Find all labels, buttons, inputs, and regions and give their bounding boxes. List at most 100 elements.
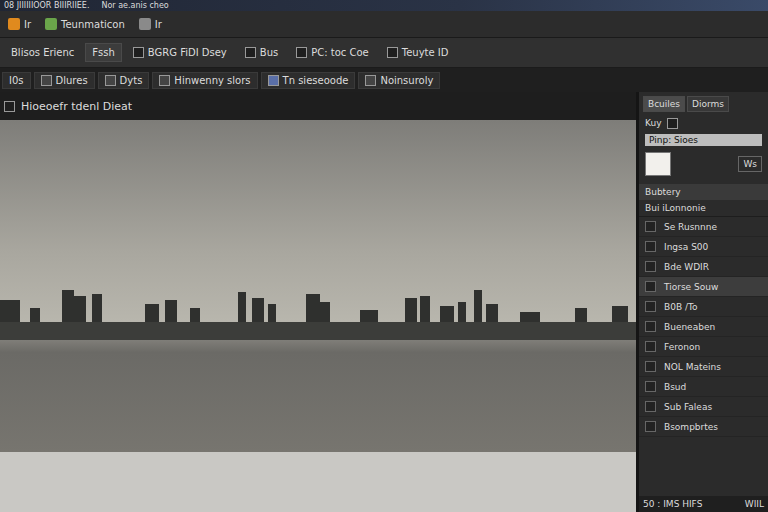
panel-item[interactable]: Bde WDIR: [639, 257, 768, 277]
title-bar: 08 JIIIIIIOOR BIIIRIIEE. Nor ae.anis cheo: [0, 0, 768, 11]
item-box-icon: [645, 281, 656, 292]
window-subtitle: Nor ae.anis cheo: [101, 0, 168, 11]
toolbar: Ir Teunmaticon Ir: [0, 11, 768, 38]
panel-item[interactable]: Se Rusnnne: [639, 217, 768, 237]
tool-icon[interactable]: [139, 18, 151, 30]
panel-item[interactable]: Bsompbrtes: [639, 417, 768, 437]
tool-icon[interactable]: [45, 18, 57, 30]
toolbar-label: Teunmaticon: [61, 19, 125, 30]
tab-label: Hinwenny slors: [174, 75, 250, 86]
item-box-icon: [645, 261, 656, 272]
canvas-background: [0, 452, 636, 512]
panel-subsection: Bui iLonnonie: [639, 200, 768, 217]
item-box-icon: [645, 221, 656, 232]
item-box-icon: [645, 361, 656, 372]
menu-label: Teuyte ID: [402, 47, 449, 58]
color-swatch[interactable]: [645, 152, 671, 176]
item-label: Bueneaben: [664, 322, 715, 332]
tab-bar: I0s Dlures Dyts Hinwenny slors Tn sieseoode N…: [0, 68, 768, 92]
item-box-icon: [645, 381, 656, 392]
panel-tab[interactable]: Bcuiles: [643, 96, 685, 112]
toolbar-label: Ir: [155, 19, 162, 30]
item-box-icon: [645, 301, 656, 312]
tab-icon: [41, 75, 52, 86]
tab-icon: [365, 75, 376, 86]
footer-text: WIIL: [745, 499, 764, 509]
tab-lead: I0s: [2, 72, 31, 89]
toolbar-item[interactable]: Ir: [4, 16, 35, 32]
toolbar-label: Ir: [24, 19, 31, 30]
item-box-icon: [645, 241, 656, 252]
menu-item[interactable]: Teuyte ID: [380, 43, 456, 62]
tab-icon: [105, 75, 116, 86]
panel-item[interactable]: Sub Faleas: [639, 397, 768, 417]
panel-tab[interactable]: Diorms: [687, 96, 729, 112]
item-label: B0B /To: [664, 302, 697, 312]
swatch-row: Ws: [639, 148, 768, 180]
tab[interactable]: Noinsuroly: [358, 72, 440, 89]
settings-icon[interactable]: [667, 118, 678, 129]
panel-item[interactable]: Bsud: [639, 377, 768, 397]
panel-section: Bubtery: [639, 184, 768, 200]
panel-item[interactable]: Tiorse Souw: [639, 277, 768, 297]
document-header: Hioeoefr tdenl Dieat: [0, 92, 636, 120]
tab[interactable]: Dyts: [98, 72, 150, 89]
tab[interactable]: Dlures: [34, 72, 95, 89]
menu-item[interactable]: PC: toc Coe: [289, 43, 376, 62]
window-title: 08 JIIIIIIOOR BIIIRIIEE.: [4, 0, 89, 11]
swatch-label[interactable]: Ws: [738, 156, 762, 172]
tab-label: Tn sieseoode: [283, 75, 349, 86]
item-label: NOL Mateins: [664, 362, 721, 372]
tab-label: Noinsuroly: [380, 75, 433, 86]
item-label: Tiorse Souw: [664, 282, 718, 292]
panel-item[interactable]: Bueneaben: [639, 317, 768, 337]
menu-label: Bus: [260, 47, 278, 58]
option-box-icon: [133, 47, 144, 58]
menu-label: BGRG FiDI Dsey: [148, 47, 227, 58]
tab-icon: [159, 75, 170, 86]
panel-item[interactable]: NOL Mateins: [639, 357, 768, 377]
item-box-icon: [645, 341, 656, 352]
panel-footer: 50 : IMS HIFS WIIL: [639, 496, 768, 512]
photo: [0, 120, 636, 452]
menu-item[interactable]: BGRG FiDI Dsey: [126, 43, 234, 62]
menu-label: PC: toc Coe: [311, 47, 369, 58]
skyline-icon: [0, 270, 636, 340]
item-label: Feronon: [664, 342, 700, 352]
toolbar-item[interactable]: Ir: [135, 16, 166, 32]
panel-tabs: BcuilesDiorms: [639, 94, 768, 114]
tab[interactable]: Tn sieseoode: [261, 72, 356, 89]
menu-item[interactable]: Blisos Erienc: [4, 43, 81, 62]
main-area: Hioeoefr tdenl Dieat BcuilesDiorms Kuy Pinp…: [0, 92, 768, 512]
item-label: Sub Faleas: [664, 402, 712, 412]
panel-item[interactable]: Feronon: [639, 337, 768, 357]
item-label: Bde WDIR: [664, 262, 709, 272]
item-box-icon: [645, 321, 656, 332]
tab-label: Dlures: [56, 75, 88, 86]
option-box-icon: [387, 47, 398, 58]
tool-icon[interactable]: [8, 18, 20, 30]
panel-label: Kuy: [645, 118, 661, 128]
menu-item[interactable]: Bus: [238, 43, 285, 62]
panel-item[interactable]: Ingsa S00: [639, 237, 768, 257]
panel-label-row: Kuy: [639, 114, 768, 132]
item-label: Bsud: [664, 382, 686, 392]
tab[interactable]: Hinwenny slors: [152, 72, 257, 89]
panel-item[interactable]: B0B /To: [639, 297, 768, 317]
item-label: Bsompbrtes: [664, 422, 718, 432]
menu-item[interactable]: Fssh: [85, 43, 122, 62]
side-panel: BcuilesDiorms Kuy Pinp: Sioes Ws BubteryBui …: [636, 92, 768, 512]
tab-label: Dyts: [120, 75, 143, 86]
menu-bar: Blisos Erienc Fssh BGRG FiDI Dsey Bus PC: to…: [0, 38, 768, 68]
document-title: Hioeoefr tdenl Dieat: [21, 100, 132, 113]
option-box-icon: [296, 47, 307, 58]
menu-label: Blisos Erienc: [11, 47, 74, 58]
item-label: Ingsa S00: [664, 242, 708, 252]
item-box-icon: [645, 421, 656, 432]
tab-icon: [268, 75, 279, 86]
option-box-icon: [245, 47, 256, 58]
footer-text: 50 : IMS HIFS: [643, 499, 702, 509]
document-icon: [4, 101, 15, 112]
toolbar-item[interactable]: Teunmaticon: [41, 16, 129, 32]
panel-field[interactable]: Pinp: Sioes: [645, 134, 762, 146]
